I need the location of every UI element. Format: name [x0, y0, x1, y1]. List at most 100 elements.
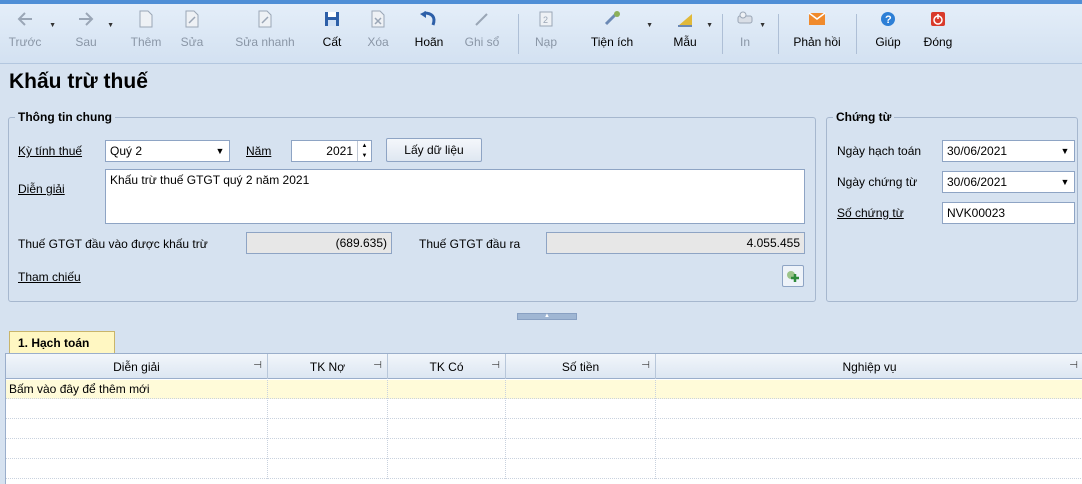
new-row[interactable]: Bấm vào đây để thêm mới [6, 380, 1082, 399]
grid-cell[interactable] [506, 400, 656, 419]
next-button[interactable]: Sau ▼ [68, 4, 114, 64]
chevron-down-icon[interactable]: ▼ [759, 22, 766, 29]
column-header-debit[interactable]: TK Nợ ⊣ [268, 354, 388, 379]
save-icon [324, 4, 340, 34]
feedback-button[interactable]: Phản hồi [786, 4, 848, 64]
voucher-date-value: 30/06/2021 [947, 175, 1008, 189]
chevron-down-icon[interactable]: ▼ [1056, 141, 1074, 161]
input-vat-field: (689.635) [246, 232, 392, 254]
toolbar-separator [518, 14, 519, 54]
pin-icon[interactable]: ⊣ [491, 360, 500, 371]
grid-cell[interactable] [268, 380, 388, 399]
grid-cell[interactable] [506, 460, 656, 479]
grid-cell[interactable] [388, 420, 506, 439]
new-row-hint[interactable]: Bấm vào đây để thêm mới [6, 380, 268, 399]
utilities-label: Tiện ích [590, 35, 634, 49]
grid-cell[interactable] [268, 400, 388, 419]
close-power-icon [930, 4, 946, 34]
utilities-button[interactable]: Tiện ích ▼ [585, 4, 653, 64]
page-title: Khấu trừ thuế [9, 70, 148, 93]
column-header-label: Số tiền [561, 359, 600, 374]
print-icon [736, 4, 754, 34]
chevron-down-icon[interactable]: ▼ [646, 22, 653, 29]
table-row[interactable] [6, 400, 1082, 419]
grid-cell[interactable] [506, 440, 656, 459]
output-vat-field: 4.055.455 [546, 232, 805, 254]
reload-icon: 2 [538, 4, 554, 34]
column-header-amount[interactable]: Số tiền ⊣ [506, 354, 656, 379]
tab-accounting[interactable]: 1. Hạch toán [9, 331, 115, 353]
column-header-operation[interactable]: Nghiệp vụ ⊣ [656, 354, 1082, 379]
grid-cell[interactable] [388, 380, 506, 399]
pin-icon[interactable]: ⊣ [641, 360, 650, 371]
chevron-down-icon[interactable]: ▼ [1056, 172, 1074, 192]
grid-cell[interactable] [506, 380, 656, 399]
grid-cell[interactable] [268, 460, 388, 479]
year-stepper[interactable]: 2021 ▲ ▼ [291, 140, 372, 162]
help-button[interactable]: ? Giúp [870, 4, 906, 64]
grid-cell[interactable] [388, 400, 506, 419]
fetch-data-button[interactable]: Lấy dữ liệu [386, 138, 482, 162]
column-header-description[interactable]: Diễn giải ⊣ [6, 354, 268, 379]
general-info-group: Thông tin chung Kỳ tính thuế Quý 2 ▼ Năm… [8, 110, 816, 302]
grid-cell[interactable] [268, 420, 388, 439]
print-button[interactable]: In ▼ [730, 4, 766, 64]
add-button[interactable]: Thêm [126, 4, 166, 64]
delete-label: Xóa [367, 35, 389, 49]
grid-cell[interactable] [6, 460, 268, 479]
toolbar: Trước ▼ Sau ▼ Thêm Sửa Sửa nhanh Cất Xóa… [0, 4, 1082, 64]
post-button[interactable]: Ghi sổ [461, 4, 503, 64]
arrow-right-icon [76, 4, 96, 34]
column-header-label: Nghiệp vụ [842, 359, 897, 374]
spin-up-icon[interactable]: ▲ [358, 141, 371, 151]
grid-cell[interactable] [506, 420, 656, 439]
feedback-mail-icon [808, 4, 826, 34]
table-row[interactable] [6, 420, 1082, 439]
pin-icon[interactable]: ⊣ [1069, 360, 1078, 371]
chevron-down-icon[interactable]: ▼ [706, 22, 713, 29]
grid-cell[interactable] [656, 380, 1082, 399]
posting-date-picker[interactable]: 30/06/2021 ▼ [942, 140, 1075, 162]
pin-icon[interactable]: ⊣ [373, 360, 382, 371]
delete-icon [370, 4, 386, 34]
column-header-label: TK Có [429, 359, 464, 374]
tax-period-label: Kỳ tính thuế [18, 144, 83, 158]
tax-period-value: Quý 2 [110, 144, 143, 158]
delete-button[interactable]: Xóa [362, 4, 394, 64]
grid-cell[interactable] [6, 440, 268, 459]
grid-cell[interactable] [6, 400, 268, 419]
chevron-down-icon[interactable]: ▼ [49, 22, 56, 29]
spin-buttons[interactable]: ▲ ▼ [357, 141, 371, 161]
grid-cell[interactable] [268, 440, 388, 459]
toolbar-separator [722, 14, 723, 54]
quick-edit-label: Sửa nhanh [235, 35, 295, 49]
table-row[interactable] [6, 460, 1082, 479]
grid-cell[interactable] [388, 460, 506, 479]
chevron-down-icon[interactable]: ▼ [211, 141, 229, 161]
prev-button[interactable]: Trước ▼ [4, 4, 56, 64]
undo-button[interactable]: Hoãn [409, 4, 449, 64]
pin-icon[interactable]: ⊣ [253, 360, 262, 371]
collapse-splitter[interactable]: ▲ [517, 313, 577, 320]
add-document-icon [138, 4, 154, 34]
chevron-down-icon[interactable]: ▼ [107, 22, 114, 29]
spin-down-icon[interactable]: ▼ [358, 151, 371, 161]
description-input[interactable]: Khấu trừ thuế GTGT quý 2 năm 2021 [105, 169, 805, 224]
add-plus-icon [787, 271, 799, 282]
tax-period-select[interactable]: Quý 2 ▼ [105, 140, 230, 162]
grid-cell[interactable] [6, 420, 268, 439]
reload-button[interactable]: 2 Nạp [531, 4, 561, 64]
year-label: Năm [246, 144, 272, 158]
close-button[interactable]: Đóng [918, 4, 958, 64]
grid-cell[interactable] [388, 440, 506, 459]
column-header-credit[interactable]: TK Có ⊣ [388, 354, 506, 379]
table-row[interactable] [6, 440, 1082, 459]
edit-button[interactable]: Sửa [175, 4, 209, 64]
voucher-no-input[interactable]: NVK00023 [942, 202, 1075, 224]
quick-edit-button[interactable]: Sửa nhanh [229, 4, 301, 64]
voucher-date-picker[interactable]: 30/06/2021 ▼ [942, 171, 1075, 193]
template-button[interactable]: Mẫu ▼ [669, 4, 713, 64]
accounting-grid: Diễn giải ⊣ TK Nợ ⊣ TK Có ⊣ Số tiền ⊣ Nghiệp… [5, 353, 1082, 484]
add-reference-button[interactable] [782, 265, 804, 287]
save-button[interactable]: Cất [318, 4, 346, 64]
